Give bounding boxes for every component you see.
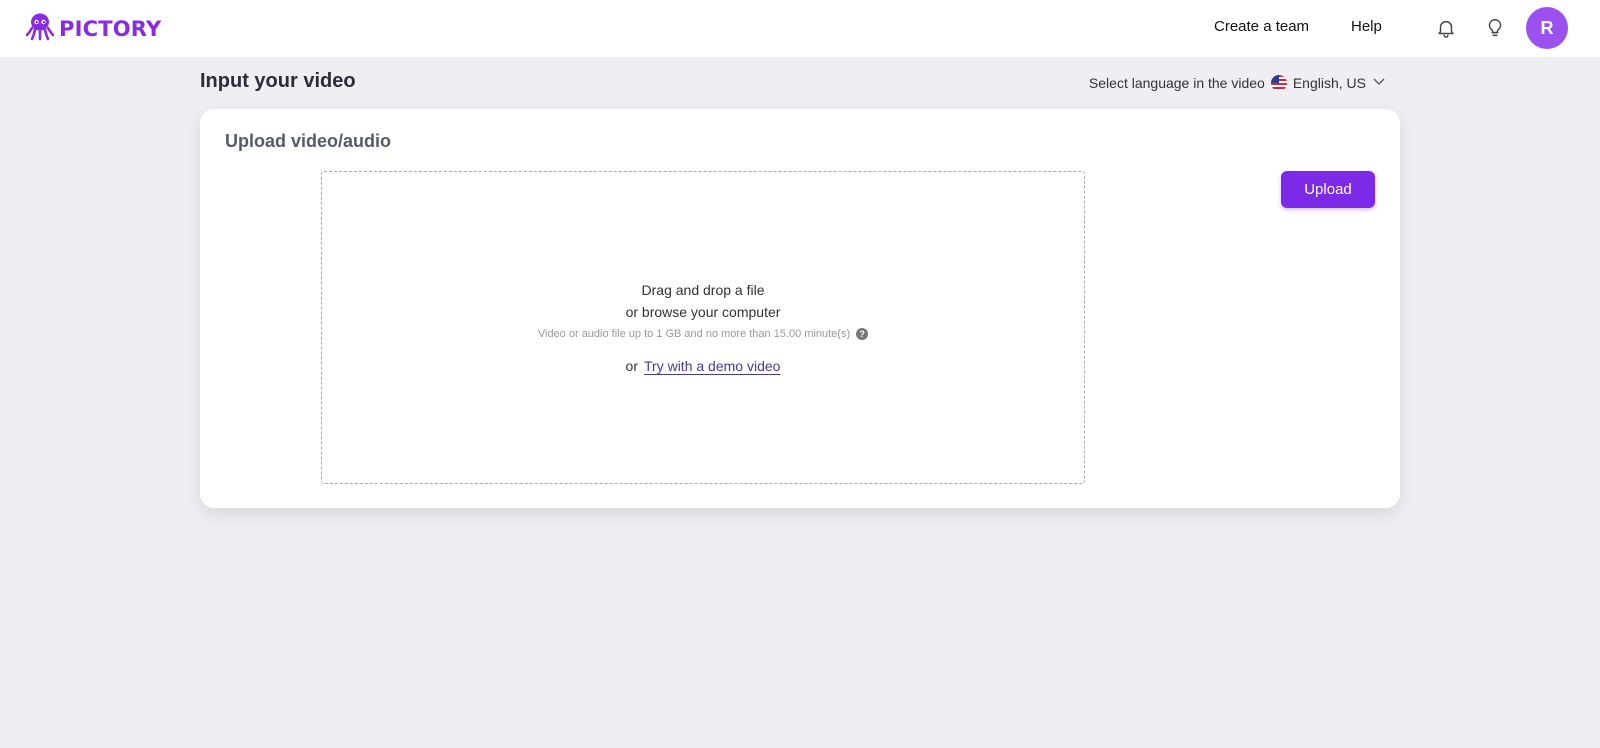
top-navbar: PICTORY Create a team Help R — [0, 0, 1600, 57]
user-avatar[interactable]: R — [1526, 7, 1568, 49]
bell-icon[interactable] — [1433, 15, 1459, 41]
demo-video-link[interactable]: Try with a demo video — [644, 358, 780, 374]
file-limit-text: Video or audio file up to 1 GB and no mo… — [537, 327, 851, 340]
chevron-down-icon — [1372, 74, 1386, 91]
help-link[interactable]: Help — [1351, 18, 1382, 35]
language-dropdown[interactable]: English, US — [1270, 74, 1386, 91]
or-text: or — [625, 357, 638, 374]
upload-card: Upload video/audio Drag and drop a file … — [200, 109, 1400, 508]
dropzone-primary-text: Drag and drop a file — [641, 281, 765, 298]
demo-row: or Try with a demo video — [626, 358, 781, 374]
brand-name: PICTORY — [59, 16, 162, 41]
language-value: English, US — [1292, 74, 1366, 91]
page-title: Input your video — [200, 70, 356, 92]
help-icon[interactable]: ? — [856, 327, 869, 340]
file-limit-hint: Video or audio file up to 1 GB and no mo… — [537, 327, 869, 340]
create-team-link[interactable]: Create a team — [1214, 18, 1309, 35]
language-label: Select language in the video — [1088, 74, 1265, 91]
us-flag-icon — [1270, 74, 1287, 91]
language-selector-row: Select language in the video English, US — [1089, 74, 1386, 91]
card-title: Upload video/audio — [225, 131, 392, 151]
browse-computer-text[interactable]: or browse your computer — [626, 304, 781, 320]
upload-button[interactable]: Upload — [1281, 171, 1375, 208]
pictory-logo[interactable]: PICTORY — [25, 11, 161, 46]
octopus-logo-icon — [25, 11, 55, 46]
file-dropzone[interactable]: Drag and drop a file or browse your comp… — [321, 171, 1085, 484]
lightbulb-icon[interactable] — [1482, 15, 1508, 41]
